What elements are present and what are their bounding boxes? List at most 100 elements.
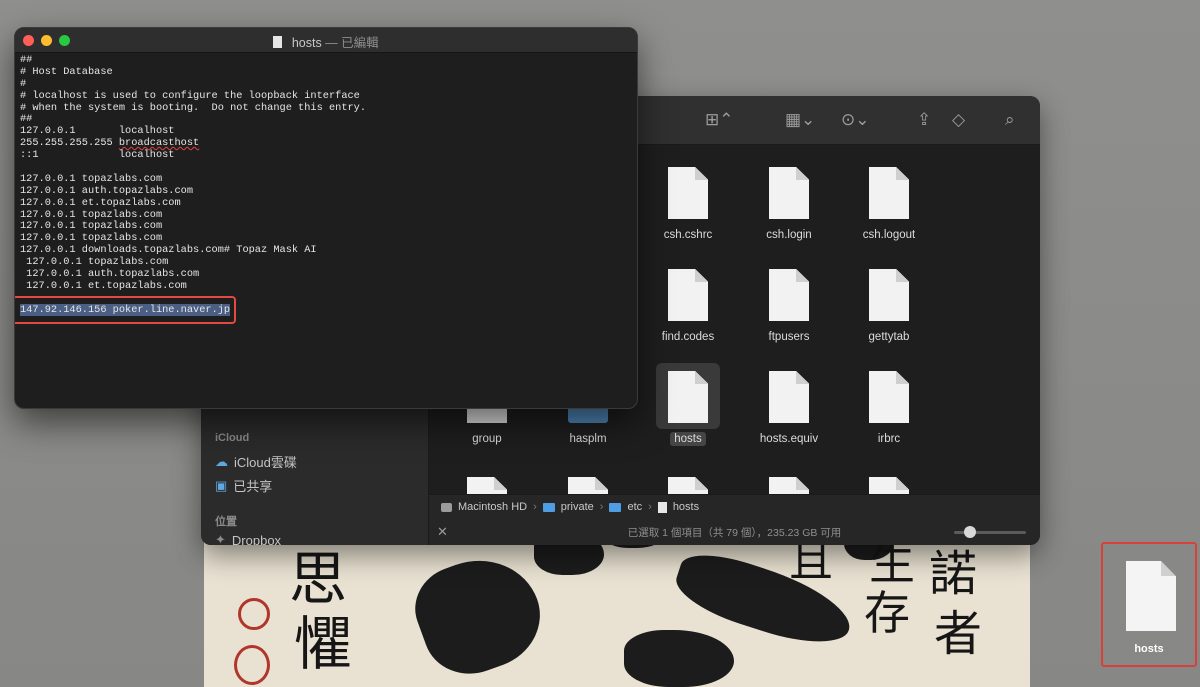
shared-folder-icon: ▣ [215,477,228,493]
file-name: group [472,433,502,445]
document-icon [657,501,667,513]
path-item[interactable]: Macintosh HD [458,501,527,513]
document-icon [769,167,809,219]
file-item[interactable]: gettytab [844,269,934,343]
close-icon[interactable]: ✕ [437,524,448,540]
desktop-file-label: hosts [1134,643,1164,655]
sidebar-section-icloud: iCloud [215,432,250,444]
document-icon [1126,561,1176,631]
file-name: find.codes [661,331,715,343]
file-item[interactable]: csh.login [744,167,834,241]
sidebar-item-dropbox[interactable]: ✦ Dropbox [215,532,281,545]
path-item[interactable]: etc [627,501,642,513]
file-name: gettytab [868,331,910,343]
file-item[interactable]: ftpusers [744,269,834,343]
text-line: # when the system is booting. Do not cha… [20,101,367,114]
file-item[interactable] [442,477,532,495]
file-item[interactable]: csh.cshrc [643,167,733,241]
sidebar-item-shared[interactable]: ▣ 已共享 [215,476,272,495]
document-icon [668,477,708,495]
file-name: csh.cshrc [663,229,713,241]
desktop-file-hosts[interactable]: hosts [1101,542,1197,667]
text-line: 127.0.0.1 topazlabs.com [20,172,163,185]
window-title: hosts — 已編輯 [15,32,637,51]
misspelled-word: broadcasthost [118,137,200,150]
calligraphy-glyph: 懼 [294,610,353,678]
tag-icon[interactable]: ◇ [952,110,965,130]
file-name: hosts.equiv [759,433,819,445]
file-item[interactable]: hosts.equiv [744,371,834,445]
document-icon [273,36,283,48]
search-icon[interactable]: ⌕ [1005,110,1015,130]
document-icon [769,477,809,495]
file-item[interactable]: find.codes [643,269,733,343]
calligraphy-glyph: 且 [789,536,833,587]
icon-size-slider[interactable] [954,526,1026,538]
calligraphy-glyph: 存 [864,586,910,640]
document-icon [769,269,809,321]
dropbox-icon: ✦ [215,532,226,545]
text-line: # Host Database [20,65,113,78]
calligraphy-glyph: 者 [934,606,983,662]
path-item[interactable]: private [561,501,594,513]
folder-icon [542,502,555,512]
calligraphy-glyph: 諾 [929,546,978,602]
textedit-window: hosts — 已編輯 ## # Host Database # # localhos… [14,27,638,409]
file-item[interactable] [844,477,934,495]
highlight-annotation-box [15,296,236,324]
group-by-icon[interactable]: ▦⌄ [785,110,815,130]
brush-stroke [624,630,734,687]
file-item[interactable] [643,477,733,495]
document-icon [467,477,507,495]
chevron-right-icon: › [648,501,652,513]
file-item[interactable]: irbrc [844,371,934,445]
edited-marker: — 已編輯 [325,36,379,50]
text-line: # [20,77,27,90]
share-icon[interactable]: ⇪ [917,110,931,130]
calligraphy-glyph: 生 [869,536,915,590]
text-line: 127.0.0.1 et.topazlabs.com [20,196,181,209]
text-editor-area[interactable]: ## # Host Database # # localhost is used to… [20,54,631,317]
text-line: 127.0.0.1 et.topazlabs.com [20,279,187,292]
document-icon [869,477,909,495]
cloud-icon: ☁ [215,453,228,469]
status-text: 已選取 1 個項目（共 79 個），235.23 GB 可用 [627,526,842,539]
file-name-text: hosts [670,432,706,446]
folder-icon [609,502,622,512]
status-bar: ✕ 已選取 1 個項目（共 79 個），235.23 GB 可用 [429,519,1040,545]
disk-icon [441,502,452,512]
path-item[interactable]: hosts [673,501,699,513]
sidebar-item-label: iCloud雲碟 [234,455,297,470]
file-name: irbrc [877,433,901,445]
text-line: # localhost is used to configure the loo… [20,89,360,102]
title-bar[interactable]: hosts — 已編輯 [15,28,637,53]
calligraphy-glyph: 思 [289,545,348,613]
file-item[interactable] [543,477,633,495]
file-name: hasplm [569,433,607,445]
document-icon [568,477,608,495]
file-name: ftpusers [768,331,810,343]
window-title-filename: hosts [291,36,322,50]
icon-view-grid-icon[interactable]: ⊞⌃ [705,110,734,130]
chevron-right-icon: › [533,501,537,513]
sidebar-section-locations: 位置 [215,516,237,528]
chevron-right-icon: › [599,501,604,513]
file-name: csh.logout [862,229,916,241]
document-icon [769,371,809,423]
red-seal-stamp [234,645,270,685]
path-bar: Macintosh HD › private › etc › hosts [429,494,1040,519]
text-line: 127.0.0.1 auth.topazlabs.com [20,184,194,197]
sidebar-item-label: Dropbox [231,532,282,546]
file-name: hosts [643,432,733,446]
slider-knob[interactable] [964,526,976,538]
sidebar-item-icloud-drive[interactable]: ☁ iCloud雲碟 [215,452,297,471]
file-item[interactable] [744,477,834,495]
more-actions-icon[interactable]: ⊙⌄ [841,110,870,130]
document-icon [668,371,708,423]
sidebar-item-label: 已共享 [233,479,273,494]
document-icon [869,269,909,321]
file-item[interactable]: csh.logout [844,167,934,241]
file-item-selected[interactable]: hosts [643,363,733,446]
red-seal-stamp [238,598,270,630]
document-icon [668,269,708,321]
